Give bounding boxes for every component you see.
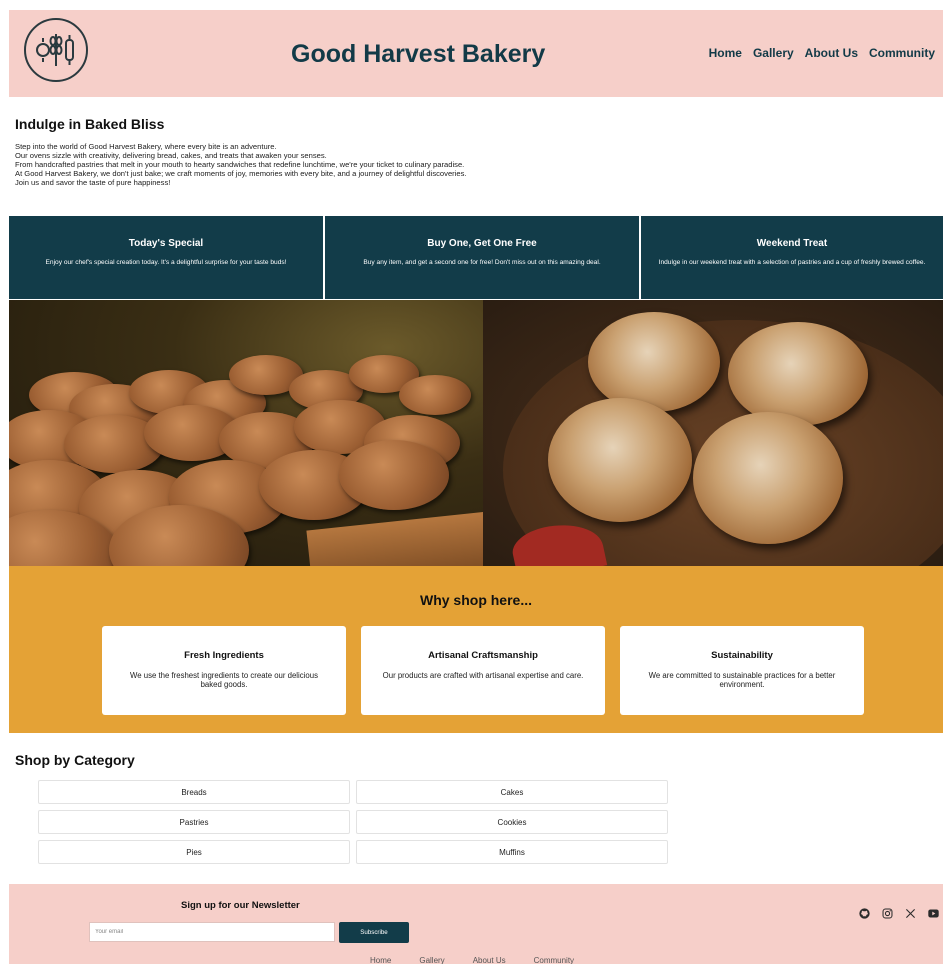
- promo-cards: Today's Special Enjoy our chef's special…: [9, 216, 943, 299]
- nav-gallery[interactable]: Gallery: [753, 46, 794, 60]
- category-title: Shop by Category: [15, 752, 135, 768]
- footer-nav-community[interactable]: Community: [534, 956, 574, 964]
- site-header: Good Harvest Bakery Home Gallery About U…: [9, 10, 943, 97]
- promo-title: Weekend Treat: [756, 238, 828, 249]
- footer-nav-gallery[interactable]: Gallery: [419, 956, 444, 964]
- feature-card: Fresh Ingredients We use the freshest in…: [102, 626, 346, 715]
- feature-title: Artisanal Craftsmanship: [428, 650, 538, 661]
- wheat-rolling-pin-icon: [36, 34, 74, 66]
- intro-title: Indulge in Baked Bliss: [15, 116, 165, 132]
- category-breads[interactable]: Breads: [38, 780, 350, 804]
- feature-text: We are committed to sustainable practice…: [648, 671, 836, 689]
- feature-card: Artisanal Craftsmanship Our products are…: [361, 626, 605, 715]
- feature-text: Our products are crafted with artisanal …: [382, 671, 584, 680]
- intro-line: Join us and savor the taste of pure happ…: [15, 177, 171, 187]
- promo-card-weekend-treat[interactable]: Weekend Treat Indulge in our weekend tre…: [641, 216, 943, 299]
- promo-text: Enjoy our chef's special creation today.…: [45, 259, 287, 266]
- category-muffins[interactable]: Muffins: [356, 840, 668, 864]
- intro-text: Step into the world of Good Harvest Bake…: [15, 142, 775, 188]
- newsletter-title: Sign up for our Newsletter: [181, 900, 300, 911]
- site-title: Good Harvest Bakery: [291, 40, 546, 68]
- footer-nav-home[interactable]: Home: [370, 956, 391, 964]
- promo-title: Today's Special: [128, 238, 204, 249]
- subscribe-button[interactable]: Subscribe: [339, 922, 409, 943]
- bakery-logo-icon[interactable]: [24, 18, 88, 82]
- site-footer: Sign up for our Newsletter Subscribe Hom…: [9, 884, 943, 964]
- feature-cards: Fresh Ingredients We use the freshest in…: [102, 626, 864, 715]
- promo-text: Indulge in our weekend treat with a sele…: [658, 259, 926, 266]
- feature-text: We use the freshest ingredients to creat…: [130, 671, 318, 689]
- promo-card-todays-special[interactable]: Today's Special Enjoy our chef's special…: [9, 216, 323, 299]
- nav-home[interactable]: Home: [709, 46, 742, 60]
- main-nav: Home Gallery About Us Community: [709, 46, 935, 60]
- social-links: [859, 908, 939, 919]
- footer-nav: Home Gallery About Us Community: [370, 956, 574, 964]
- feature-title: Sustainability: [711, 650, 773, 661]
- category-cakes[interactable]: Cakes: [356, 780, 668, 804]
- youtube-icon[interactable]: [928, 908, 939, 919]
- cookies-photo: [9, 300, 483, 566]
- category-pies[interactable]: Pies: [38, 840, 350, 864]
- footer-nav-about-us[interactable]: About Us: [473, 956, 506, 964]
- category-cookies[interactable]: Cookies: [356, 810, 668, 834]
- hero-images: [9, 300, 943, 566]
- github-icon[interactable]: [859, 908, 870, 919]
- x-icon[interactable]: [905, 908, 916, 919]
- nav-about-us[interactable]: About Us: [805, 46, 858, 60]
- feature-title: Fresh Ingredients: [184, 650, 264, 661]
- why-shop-section: Why shop here... Fresh Ingredients We us…: [9, 566, 943, 733]
- promo-card-bogo[interactable]: Buy One, Get One Free Buy any item, and …: [325, 216, 639, 299]
- email-input[interactable]: [89, 922, 335, 942]
- why-title: Why shop here...: [419, 592, 532, 608]
- feature-card: Sustainability We are committed to susta…: [620, 626, 864, 715]
- category-grid: Breads Cakes Pastries Cookies Pies Muffi…: [38, 780, 668, 864]
- muffins-photo: [483, 300, 943, 566]
- instagram-icon[interactable]: [882, 908, 893, 919]
- nav-community[interactable]: Community: [869, 46, 935, 60]
- category-pastries[interactable]: Pastries: [38, 810, 350, 834]
- promo-text: Buy any item, and get a second one for f…: [363, 259, 601, 266]
- promo-title: Buy One, Get One Free: [427, 238, 537, 249]
